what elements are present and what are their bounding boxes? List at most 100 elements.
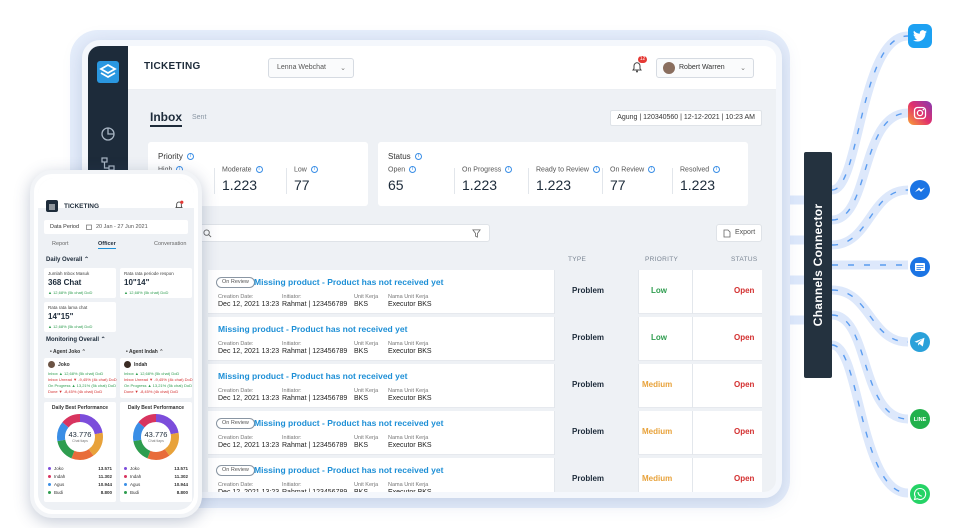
table-row[interactable]: On Review Missing product - Product has n… [208,411,762,455]
priority-low[interactable]: Low i 77 [294,166,318,193]
line-icon[interactable]: LINE [908,407,932,431]
type-cell: Problem [572,427,605,436]
unit: Unit Kerja BKS [354,388,379,402]
tab-sent[interactable]: Sent [192,114,206,121]
agent-indah-header[interactable]: • Agent Indah ⌃ [126,349,163,355]
info-icon: i [414,153,422,161]
instagram-icon[interactable] [908,101,932,125]
creation-date: Creation Date: Dec 12, 2021 13:23 [218,435,280,449]
table-row[interactable]: On Review Missing product - Product has n… [208,270,762,314]
type-cell: Problem [572,380,605,389]
legend-item: Agus 10.944 [124,482,188,487]
unit: Unit Kerja BKS [354,341,379,355]
initiator: Initiator: Rahmat | 123456789 [282,435,348,449]
messenger-icon[interactable] [908,178,932,202]
best-performance-card: Daily Best Performance 43.776 Chat tiaps Jo… [120,402,192,502]
channel-select[interactable]: Lenna Webchat ⌄ [268,58,354,78]
divider [638,411,639,455]
monitoring-overall-heading: Monitoring Overall ⌃ [46,337,106,343]
status-card: Status i Open i 65 On Progress i 1.223 R… [378,142,748,206]
unit: Unit Kerja BKS [354,294,379,308]
status-badge: On Review [216,277,255,288]
performance-title: Daily Best Performance [51,405,109,411]
ticket-title-link[interactable]: Missing product - Product has not receiv… [254,465,443,475]
status-resolved[interactable]: Resolved i 1.223 [680,166,721,193]
agent-card-joko: Joko Inbox ▲ 12,68% (5k chat) DoD Inbox … [44,358,117,398]
priority-title: Priority i [158,152,195,161]
divider [554,364,555,408]
agent-card-indah: Indah Inbox ▲ 12,68% (5k chat) DoD Inbox… [120,358,193,398]
divider [214,168,215,194]
status-cell: Open [734,427,755,436]
initiator: Initiator: Rahmat | 123456789 [282,388,348,402]
tab-report[interactable]: Report [52,241,69,247]
menu-icon[interactable] [46,200,58,212]
mobile-screen: TICKETING Data Period 20 Jan - 27 Jun 20… [38,178,194,510]
creation-date: Creation Date: Dec 12, 2021 13:23 [218,294,280,308]
creation-date: Creation Date: Dec 12, 2021 13:23 [218,341,280,355]
column-type[interactable]: TYPE [568,256,586,263]
ticket-title-link[interactable]: Missing product - Product has not receiv… [254,418,443,428]
unit: Unit Kerja BKS [354,482,379,496]
priority-cell: Medium [642,474,673,483]
twitter-icon[interactable] [908,24,932,48]
app-logo-icon [97,61,119,83]
user-menu[interactable]: Robert Warren ⌄ [656,58,754,78]
mobile-app-mockup: TICKETING Data Period 20 Jan - 27 Jun 20… [30,170,202,518]
initiator: Initiator: Rahmat | 123456789 [282,482,348,496]
status-open[interactable]: Open i 65 [388,166,417,193]
initiator: Initiator: Rahmat | 123456789 [282,294,348,308]
divider [692,317,693,361]
ticket-title-link[interactable]: Missing product - Product has not receiv… [218,324,407,334]
ticket-title-link[interactable]: Missing product - Product has not receiv… [254,277,443,287]
tab-officer[interactable]: Officer [98,241,116,249]
webchat-icon[interactable] [908,255,932,279]
mobile-app-title: TICKETING [64,203,100,210]
agent-joko-header[interactable]: • Agent Joko ⌃ [50,349,86,355]
priority-cell: Low [651,333,667,342]
column-priority[interactable]: PRIORITY [645,256,678,263]
table-row[interactable]: On Review Missing product - Product has n… [208,458,762,496]
ticket-title-link[interactable]: Missing product - Product has not receiv… [218,371,407,381]
info-icon: i [187,153,195,161]
legend-item: Budi 8.800 [124,490,188,495]
whatsapp-icon[interactable] [908,482,932,506]
data-period-value: 20 Jan - 27 Jun 2021 [96,224,148,230]
chevron-down-icon: ⌄ [340,65,346,72]
divider [528,168,529,194]
tab-conversation[interactable]: Conversation [154,241,186,247]
priority-moderate[interactable]: Moderate i 1.223 [222,166,263,193]
app-title: TICKETING [144,61,201,72]
table-row[interactable]: Missing product - Product has not receiv… [208,317,762,361]
table-row[interactable]: Missing product - Product has not receiv… [208,364,762,408]
telegram-icon[interactable] [908,330,932,354]
filter-icon[interactable] [472,229,481,238]
tab-inbox[interactable]: Inbox [150,110,182,127]
priority-cell: Medium [642,380,673,389]
status-cell: Open [734,380,755,389]
status-badge: On Review [216,418,255,429]
channel-select-value: Lenna Webchat [277,64,326,71]
status-ready-to-review[interactable]: Ready to Review i 1.223 [536,166,600,193]
type-cell: Problem [572,333,605,342]
stat-card-response: Rata rata periode respon 10"14" ▲ 12,68%… [120,268,192,298]
export-icon [723,229,731,238]
dashboard-icon[interactable] [100,126,116,142]
notification-bell-icon[interactable] [174,200,184,210]
divider [454,168,455,194]
initiator: Initiator: Rahmat | 123456789 [282,341,348,355]
divider [638,317,639,361]
column-status[interactable]: STATUS [731,256,757,263]
search-input[interactable] [196,224,490,242]
info-icon: i [648,166,656,173]
search-icon [203,229,212,238]
stat-card-inbox: Jumlah Inbox Masuk 368 Chat ▲ 12,68% (5k… [44,268,116,298]
export-button[interactable]: Export [716,224,762,242]
divider [692,270,693,314]
unit-name: Nama Unit Kerja Executor BKS [388,482,432,496]
legend-item: Indah 11.302 [48,474,112,479]
data-period-filter[interactable]: Data Period 20 Jan - 27 Jun 2021 [44,220,188,234]
status-on-progress[interactable]: On Progress i 1.223 [462,166,513,193]
status-on-review[interactable]: On Review i 77 [610,166,656,193]
daily-overall-heading: Daily Overall ⌃ [46,257,90,263]
